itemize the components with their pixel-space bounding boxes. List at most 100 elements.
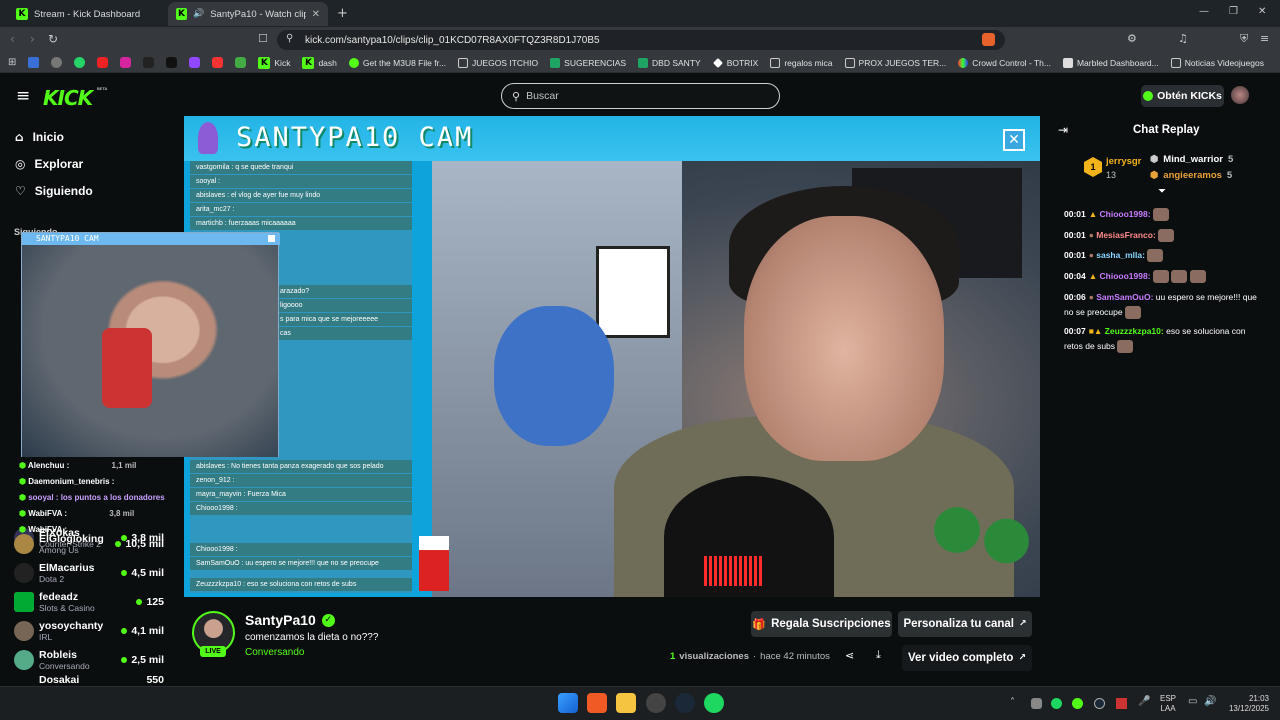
sidebar-channel-yosoychanty[interactable]: yosoychanty IRL 4,1 mil [14, 617, 164, 645]
volume-icon[interactable]: 🔊 [1204, 696, 1216, 707]
overlay-chat-line: SamSamOuO : uu espero se mejore!!! que n… [190, 557, 412, 570]
forward-icon[interactable]: › [30, 32, 35, 46]
get-kicks-button[interactable]: Obtén KICKs [1141, 85, 1224, 107]
gift-subs-button[interactable]: 🎁 Regala Suscripciones [751, 611, 892, 637]
gifter-row[interactable]: ⬢ Mind_warrior 5 [1150, 154, 1233, 165]
tiktok-icon[interactable] [143, 57, 155, 68]
close-tab-icon[interactable]: ✕ [312, 9, 320, 20]
bookmark-sugerencias[interactable]: SUGERENCIAS [550, 57, 626, 68]
stream-category-link[interactable]: Conversando [245, 647, 304, 658]
pip-window[interactable]: SANTYPA10 CAM [21, 232, 280, 457]
kick-logo[interactable]: KICK [43, 86, 93, 110]
new-tab-button[interactable]: + [337, 6, 348, 21]
discord-icon[interactable] [1031, 698, 1042, 709]
url-bar[interactable]: ⚲ kick.com/santypa10/clips/clip_01KCD07R… [277, 30, 1005, 50]
obs-icon[interactable] [646, 693, 666, 713]
bookmark-botrix[interactable]: BOTRIX [712, 58, 758, 68]
streamer-name[interactable]: SantyPa10 [245, 612, 316, 628]
bookmark-icon-1[interactable] [28, 57, 40, 68]
youtube-icon[interactable] [97, 57, 109, 68]
steam-icon[interactable] [675, 693, 695, 713]
collapse-chat-icon[interactable]: ⇥ [1058, 123, 1068, 137]
expand-leaderboard-icon[interactable]: ⏷ [1158, 186, 1166, 197]
shield-icon[interactable]: ⛨ [1240, 32, 1248, 46]
instagram-icon[interactable] [120, 57, 132, 68]
sidebar-channel-robleis[interactable]: Robleis Conversando 2,5 mil [14, 646, 164, 674]
user-avatar[interactable] [1231, 86, 1249, 104]
bookmark-regalos[interactable]: regalos mica [770, 57, 833, 68]
external-link-icon: ↗ [1018, 653, 1026, 663]
bookmark-marbled[interactable]: Marbled Dashboard... [1062, 57, 1159, 68]
back-icon[interactable]: ‹ [10, 32, 15, 46]
emote-icon [1171, 270, 1188, 284]
twitch-icon[interactable] [189, 57, 201, 68]
tab-clip[interactable]: K 🔊 SantyPa10 - Watch clips on Ki ✕ [168, 2, 328, 26]
top-gifter-name[interactable]: jerrysgr [1106, 156, 1141, 167]
close-window-button[interactable]: ✕ [1258, 6, 1266, 17]
bookmark-itchio[interactable]: JUEGOS ITCHIO [458, 57, 538, 68]
bookmark-m3u8[interactable]: Get the M3U8 File fr... [348, 57, 446, 68]
sidebar-channel-dosakai[interactable]: Dosakai 550 [14, 674, 164, 686]
bookmark-prox[interactable]: PROX JUEGOS TER... [844, 57, 946, 68]
extensions-icon[interactable]: ⚙ [1127, 32, 1137, 45]
cam-overlay-title: SANTYPA10 CAM [236, 122, 474, 153]
gifter-row[interactable]: ⬢ angieeramos 5 [1150, 170, 1232, 181]
bookmark-dash[interactable]: Kdash [302, 56, 337, 69]
video-player[interactable]: SANTYPA10 CAM vastgomila : q se quede tr… [184, 116, 1040, 597]
bookmarks-bar: ⊞ K Kick Kdash Get the M3U8 File fr... JU… [0, 53, 1280, 73]
spotify-icon[interactable] [704, 693, 724, 713]
minimize-button[interactable]: — [1199, 6, 1209, 17]
network-icon[interactable]: ▭ [1188, 696, 1197, 707]
live-badge: LIVE [200, 646, 226, 657]
nav-siguiendo[interactable]: ♡ Siguiendo [15, 184, 93, 198]
site-info-icon[interactable]: ⚲ [286, 33, 293, 44]
top-gifter-count: 13 [1106, 170, 1117, 180]
language-indicator[interactable]: ESP LAA [1160, 694, 1176, 714]
mic-icon[interactable]: 🎤 [1138, 696, 1150, 707]
bookmark-icon-3[interactable] [235, 57, 247, 68]
bookmark-dbd[interactable]: DBD SANTY [638, 57, 701, 68]
live-dot-icon [121, 628, 128, 634]
music-icon[interactable]: ♫ [1178, 32, 1188, 45]
download-icon[interactable]: ⤓ [876, 648, 881, 662]
share-icon[interactable]: ⋖ [845, 649, 854, 662]
whatsapp-icon[interactable] [74, 57, 86, 68]
file-explorer-icon[interactable] [616, 693, 636, 713]
tray-app-icon[interactable] [1072, 698, 1083, 709]
bolt-icon[interactable] [212, 57, 224, 68]
bookmark-icon-2[interactable] [51, 57, 63, 68]
full-video-button[interactable]: Ver video completo ↗ [902, 645, 1032, 671]
hamburger-menu-icon[interactable]: ≡ [16, 86, 30, 106]
restore-button[interactable]: ❐ [1229, 6, 1238, 17]
sidebar-channel-fedeadz[interactable]: fedeadz Slots & Casino 125 [14, 588, 164, 616]
tray-chevron-icon[interactable]: ˄ [1010, 697, 1015, 708]
external-link-icon: ↗ [1019, 619, 1027, 629]
bookmark-noticias[interactable]: Noticias Videojuegos [1170, 57, 1264, 68]
clock[interactable]: 21:03 13/12/2025 [1225, 694, 1269, 714]
search-input[interactable]: ⚲ Buscar [501, 83, 780, 109]
bookmark-kick[interactable]: K Kick [258, 56, 290, 69]
views-count: 1 [670, 651, 676, 662]
tab-dashboard[interactable]: K Stream - Kick Dashboard [8, 2, 168, 26]
sidebar-channel-elmacarius[interactable]: ElMacarius Dota 2 4,5 mil [14, 559, 164, 587]
brave-shield-icon[interactable] [982, 33, 995, 46]
menu-icon[interactable]: ≡ [1260, 32, 1269, 45]
apps-icon[interactable]: ⊞ [8, 57, 16, 68]
windows-start-icon[interactable] [558, 693, 578, 713]
streamer-name-row[interactable]: SantyPa10 ✓ [245, 612, 335, 628]
pip-close-icon[interactable] [268, 235, 275, 242]
emote-icon [1147, 249, 1164, 263]
spotify-tray-icon[interactable] [1051, 698, 1062, 709]
tray-app-icon[interactable] [1116, 698, 1127, 709]
nav-explorar[interactable]: ◎ Explorar [15, 157, 83, 171]
customize-channel-button[interactable]: Personaliza tu canal ↗ [898, 611, 1032, 637]
nav-inicio[interactable]: ⌂ Inicio [15, 130, 64, 144]
bookmark-crowd[interactable]: Crowd Control - Th... [958, 57, 1051, 68]
brave-browser-icon[interactable] [587, 693, 607, 713]
close-clip-button[interactable]: ✕ [1003, 129, 1025, 151]
reload-icon[interactable]: ↻ [48, 32, 58, 46]
folder-icon [770, 57, 781, 68]
x-icon[interactable] [166, 57, 178, 68]
steam-tray-icon[interactable] [1094, 698, 1105, 709]
bookmark-icon[interactable]: ☐ [258, 32, 268, 45]
